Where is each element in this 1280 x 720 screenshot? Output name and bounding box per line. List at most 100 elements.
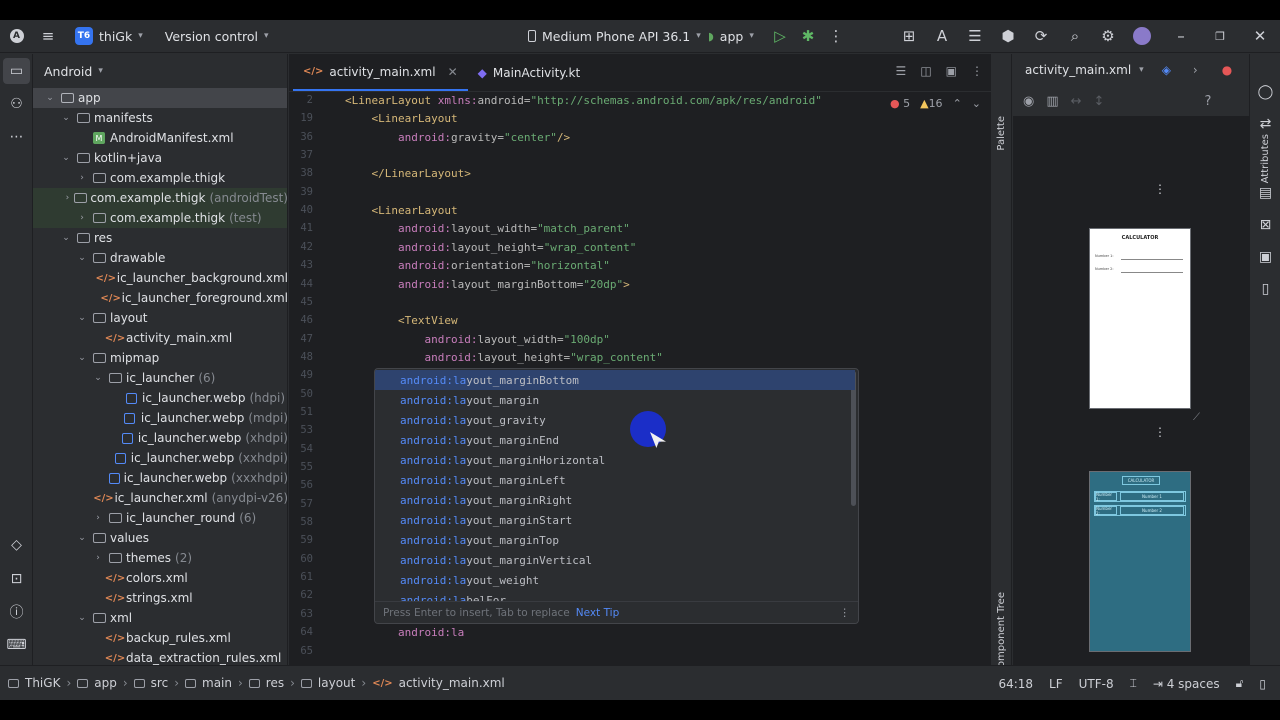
tab-activity-main-xml[interactable]: </> activity_main.xml ✕: [293, 54, 468, 91]
completion-item[interactable]: android:la yout_marginLeft: [375, 470, 855, 490]
help-icon[interactable]: ?: [1204, 94, 1211, 109]
tree-item[interactable]: › themes (2): [33, 548, 287, 568]
breadcrumb-item[interactable]: app: [94, 676, 117, 690]
restore-icon[interactable]: ❐: [1205, 20, 1235, 53]
run-config-selector[interactable]: ◗ app ▾: [702, 20, 760, 53]
expand-chevron-icon[interactable]: ⌄: [91, 373, 105, 383]
expand-chevron-icon[interactable]: ⌄: [59, 113, 73, 123]
resource-manager-icon[interactable]: ⚇: [0, 91, 33, 117]
expand-chevron-icon[interactable]: ⌄: [75, 313, 89, 323]
close-tab-icon[interactable]: ✕: [448, 65, 458, 79]
tree-item[interactable]: ⌄ layout: [33, 308, 287, 328]
tree-item[interactable]: ic_launcher.webp (xxhdpi): [33, 448, 287, 468]
file-encoding[interactable]: UTF-8: [1079, 677, 1114, 691]
expand-chevron-icon[interactable]: ⌄: [43, 93, 57, 103]
tree-item[interactable]: › com.example.thigk: [33, 168, 287, 188]
code-line[interactable]: <TextView: [345, 314, 458, 327]
chevron-down-icon[interactable]: ⌄: [972, 97, 981, 110]
error-badge-icon[interactable]: ●: [1222, 63, 1232, 77]
device-selector[interactable]: Medium Phone API 36.1 ▾: [522, 20, 707, 53]
design-view-icon[interactable]: ▣: [946, 64, 957, 78]
collapse-chevron-icon[interactable]: ›: [91, 513, 105, 523]
settings-gear-icon[interactable]: ⚙: [1093, 20, 1123, 53]
close-icon[interactable]: ✕: [1245, 20, 1275, 53]
breadcrumb-item[interactable]: res: [266, 676, 284, 690]
tree-item[interactable]: ic_launcher.webp (xxxhdpi): [33, 468, 287, 488]
tab-mainactivity-kt[interactable]: ◆ MainActivity.kt: [468, 54, 591, 91]
tree-item[interactable]: </> ic_launcher_background.xml: [33, 268, 287, 288]
device-manager-icon[interactable]: ⊞: [894, 20, 924, 53]
code-line[interactable]: android:layout_width="match_parent": [345, 222, 630, 235]
tree-item[interactable]: ⌄ drawable: [33, 248, 287, 268]
tree-item[interactable]: › com.example.thigk (androidTest): [33, 188, 287, 208]
minimize-icon[interactable]: –: [1166, 20, 1196, 53]
expand-chevron-icon[interactable]: ⌄: [59, 233, 73, 243]
app-inspection-icon[interactable]: ⊡: [0, 566, 33, 592]
device-mirror-icon[interactable]: ⊠: [1249, 212, 1280, 238]
expand-chevron-icon[interactable]: ⌄: [75, 253, 89, 263]
problems-icon[interactable]: ⓘ: [0, 599, 33, 625]
completion-item[interactable]: android:la yout_marginStart: [375, 510, 855, 530]
caret-position[interactable]: 64:18: [998, 677, 1033, 691]
terminal-icon[interactable]: ⌨: [0, 632, 33, 658]
design-canvas[interactable]: ⋮ CALCULATOR Number 1: Number 2: ⟋ ⋮ CAL…: [1013, 116, 1249, 685]
breadcrumb-item[interactable]: activity_main.xml: [399, 676, 505, 690]
completion-item[interactable]: android:la yout_marginTop: [375, 530, 855, 550]
expand-chevron-icon[interactable]: ⌄: [75, 613, 89, 623]
more-tools-icon[interactable]: ⋯: [0, 124, 33, 150]
collapse-chevron-icon[interactable]: ›: [63, 193, 73, 203]
completion-item[interactable]: android:la yout_marginVertical: [375, 550, 855, 570]
design-preview[interactable]: CALCULATOR Number 1: Number 2:: [1089, 228, 1191, 409]
expand-chevron-icon[interactable]: ⌄: [59, 153, 73, 163]
breadcrumb-item[interactable]: main: [202, 676, 232, 690]
memory-indicator-icon[interactable]: ▯: [1259, 677, 1266, 691]
tree-item[interactable]: ⌄ xml: [33, 608, 287, 628]
project-tool-folder-icon[interactable]: ▭: [3, 58, 30, 84]
tree-item[interactable]: ⌄ values: [33, 528, 287, 548]
tree-item[interactable]: ⌄ ic_launcher (6): [33, 368, 287, 388]
tree-item[interactable]: </> backup_rules.xml: [33, 628, 287, 648]
preview-options-icon[interactable]: ⋮: [1154, 182, 1166, 196]
code-line[interactable]: android:layout_height="wrap_content": [345, 351, 662, 364]
code-line[interactable]: android:gravity="center"/>: [345, 131, 570, 144]
tree-item[interactable]: M AndroidManifest.xml: [33, 128, 287, 148]
completion-item[interactable]: android:la yout_marginHorizontal: [375, 450, 855, 470]
tree-item[interactable]: ⌄ mipmap: [33, 348, 287, 368]
code-line[interactable]: <LinearLayout xmlns:android="http://sche…: [345, 94, 822, 107]
attributes-tab[interactable]: Attributes: [1260, 134, 1271, 183]
expand-chevron-icon[interactable]: ⌄: [75, 533, 89, 543]
code-line[interactable]: android:layout_marginBottom="20dp">: [345, 278, 630, 291]
sdk-manager-icon[interactable]: ⬢: [993, 20, 1023, 53]
lock-icon[interactable]: 🔓︎: [1236, 676, 1244, 691]
logcat-icon[interactable]: ☰: [960, 20, 990, 53]
resize-horizontal-icon[interactable]: ↔: [1071, 94, 1082, 109]
tree-item[interactable]: ic_launcher.webp (xhdpi): [33, 428, 287, 448]
tree-item[interactable]: › com.example.thigk (test): [33, 208, 287, 228]
tree-item[interactable]: ⌄ manifests: [33, 108, 287, 128]
vcs-selector[interactable]: Version control ▾: [159, 20, 275, 53]
code-line[interactable]: android:layout_height="wrap_content": [345, 241, 636, 254]
layout-file-selector[interactable]: activity_main.xml: [1025, 63, 1131, 77]
collapse-chevron-icon[interactable]: ›: [75, 173, 89, 183]
gradle-icon[interactable]: ⇄: [1249, 111, 1280, 137]
chevron-up-icon[interactable]: ⌃: [953, 97, 962, 110]
tree-item[interactable]: </> ic_launcher.xml (anydpi-v26): [33, 488, 287, 508]
inspection-widget[interactable]: ● 5 ▲16 ⌃ ⌄: [890, 97, 981, 110]
format-icon[interactable]: ⌶: [1130, 676, 1137, 691]
tree-item[interactable]: ⌄ res: [33, 228, 287, 248]
emulator-icon[interactable]: ▣: [1249, 244, 1280, 270]
more-icon[interactable]: ⋮: [971, 64, 983, 78]
eye-icon[interactable]: ◉: [1023, 94, 1034, 109]
chevron-right-icon[interactable]: ›: [1193, 63, 1198, 77]
code-line[interactable]: android:la: [345, 626, 464, 639]
tree-item[interactable]: ⌄ app: [33, 88, 287, 108]
breadcrumb-item[interactable]: ThiGK: [25, 676, 60, 690]
line-separator[interactable]: LF: [1049, 677, 1063, 691]
tree-item[interactable]: </> activity_main.xml: [33, 328, 287, 348]
component-tree-tab[interactable]: Component Tree: [996, 592, 1007, 674]
more-icon[interactable]: ⋮: [840, 607, 851, 619]
notifications-icon[interactable]: ◯: [1249, 79, 1280, 105]
tree-item[interactable]: ic_launcher.webp (mdpi): [33, 408, 287, 428]
collapse-chevron-icon[interactable]: ›: [75, 213, 89, 223]
breadcrumb-item[interactable]: src: [151, 676, 169, 690]
